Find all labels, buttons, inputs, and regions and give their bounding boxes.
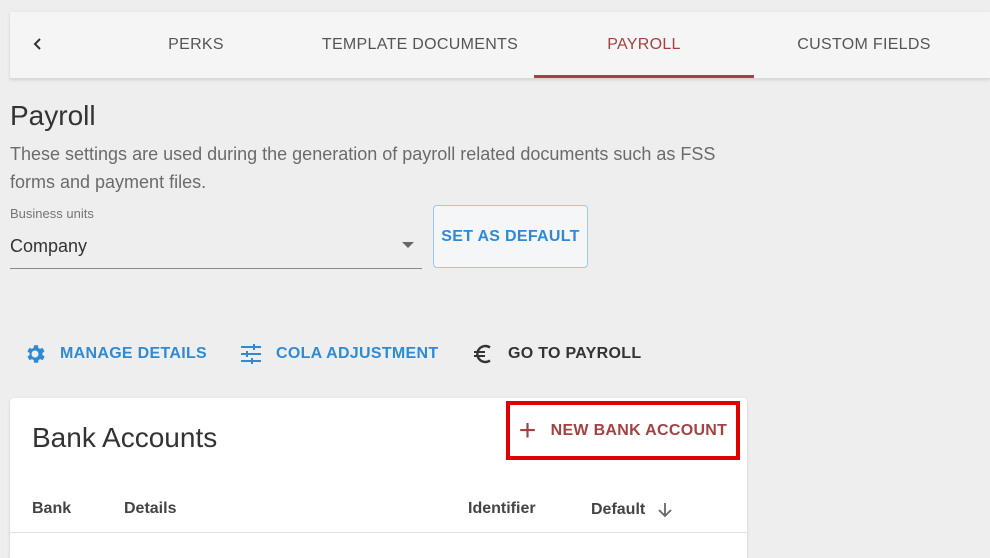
chevron-left-icon — [33, 38, 41, 50]
bank-accounts-card: Bank Accounts + NEW BANK ACCOUNT Bank De… — [10, 398, 747, 558]
gear-icon — [22, 341, 48, 367]
column-header-details[interactable]: Details — [124, 500, 176, 518]
column-header-default[interactable]: Default — [591, 500, 675, 520]
table-header-divider — [10, 532, 747, 533]
business-units-label: Business units — [10, 206, 94, 221]
euro-icon — [470, 341, 496, 367]
page-title: Payroll — [10, 100, 96, 131]
column-header-identifier[interactable]: Identifier — [468, 500, 536, 518]
tab-scroll-left-button[interactable] — [24, 30, 52, 58]
go-to-payroll-label: GO TO PAYROLL — [508, 345, 642, 362]
tab-template-documents[interactable]: TEMPLATE DOCUMENTS — [300, 12, 540, 78]
dropdown-caret-icon — [402, 242, 414, 248]
manage-details-label: MANAGE DETAILS — [60, 345, 208, 362]
sliders-icon — [238, 341, 264, 367]
plus-icon: + — [518, 413, 537, 447]
cola-adjustment-button[interactable]: COLA ADJUSTMENT — [238, 338, 438, 370]
tab-payroll[interactable]: PAYROLL — [534, 12, 754, 78]
column-header-default-label: Default — [591, 501, 646, 518]
bank-accounts-title: Bank Accounts — [32, 422, 218, 453]
tab-perks[interactable]: PERKS — [136, 12, 256, 78]
active-tab-indicator — [534, 75, 754, 78]
new-bank-account-button[interactable]: + NEW BANK ACCOUNT — [506, 401, 740, 460]
page-description: These settings are used during the gener… — [10, 144, 716, 192]
tab-custom-fields[interactable]: CUSTOM FIELDS — [754, 12, 974, 78]
cola-adjustment-label: COLA ADJUSTMENT — [276, 345, 439, 362]
go-to-payroll-button[interactable]: GO TO PAYROLL — [470, 338, 641, 370]
arrow-down-icon — [658, 503, 672, 518]
business-units-value: Company — [10, 236, 88, 256]
set-as-default-button[interactable]: SET AS DEFAULT — [433, 205, 588, 268]
manage-details-button[interactable]: MANAGE DETAILS — [22, 338, 207, 370]
new-bank-account-label: NEW BANK ACCOUNT — [550, 421, 728, 439]
business-units-select[interactable]: Company — [10, 228, 422, 269]
column-header-bank[interactable]: Bank — [32, 500, 71, 518]
tab-bar: PERKS TEMPLATE DOCUMENTS PAYROLL CUSTOM … — [10, 12, 990, 79]
